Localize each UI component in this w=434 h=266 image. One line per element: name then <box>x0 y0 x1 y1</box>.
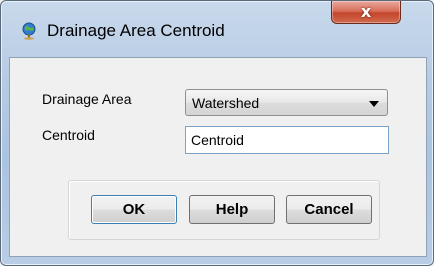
centroid-label: Centroid <box>42 127 95 143</box>
drainage-area-label: Drainage Area <box>42 91 132 107</box>
cancel-button[interactable]: Cancel <box>286 195 372 224</box>
dialog-body: Drainage Area Watershed Centroid Centroi… <box>9 57 427 257</box>
close-button[interactable]: x <box>331 1 401 24</box>
button-group: OK Help Cancel <box>68 180 380 240</box>
ok-button[interactable]: OK <box>91 195 177 224</box>
chevron-down-icon[interactable] <box>369 101 379 107</box>
centroid-input[interactable]: Centroid <box>185 126 389 154</box>
dialog-window: Drainage Area Centroid x Drainage Area W… <box>0 0 434 266</box>
close-icon: x <box>360 2 372 21</box>
globe-pin-icon <box>21 22 39 40</box>
help-button[interactable]: Help <box>189 195 275 224</box>
dialog-title: Drainage Area Centroid <box>47 21 225 40</box>
drainage-area-selected-value: Watershed <box>192 95 260 111</box>
title-bar[interactable]: Drainage Area Centroid x <box>1 1 433 40</box>
drainage-area-select[interactable]: Watershed <box>185 89 388 116</box>
